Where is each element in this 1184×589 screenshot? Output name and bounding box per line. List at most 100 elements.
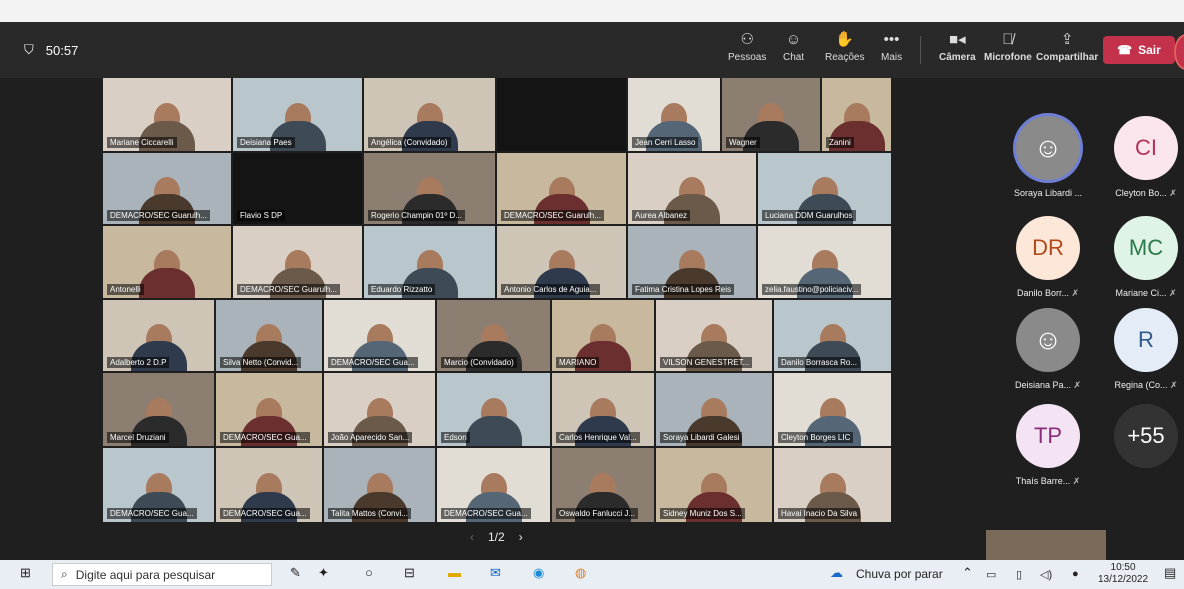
participant-name-label: Mariane Ciccarelli xyxy=(107,137,177,148)
next-page-icon[interactable]: › xyxy=(519,530,523,544)
participant-name-label: DEMACRO/SEC Gua... xyxy=(220,432,310,443)
participant-name-label: Wagner xyxy=(726,137,760,148)
participant-video-tile[interactable]: DEMACRO/SEC Guarulh... xyxy=(497,153,626,224)
taskbar-search[interactable]: ⌕ Digite aqui para pesquisar xyxy=(52,563,272,586)
volume-icon[interactable]: ◁) xyxy=(1040,568,1052,581)
participant-video-tile[interactable]: Eduardo Rizzatto xyxy=(364,226,495,298)
people-button[interactable]: ⚇ Pessoas xyxy=(728,30,766,63)
participant-video-tile[interactable]: DEMACRO/SEC Gua... xyxy=(103,448,214,522)
participant-video-tile[interactable]: Marcio (Convidado) xyxy=(437,300,550,371)
participant-name-label: Flavio S DP xyxy=(237,210,286,221)
participant-video-tile[interactable]: Carlos Henrique Val... xyxy=(552,373,654,446)
participant-name: Soraya Libardi ... xyxy=(1000,188,1096,198)
meeting-timer: ⛉ 50:57 xyxy=(24,42,78,58)
toolbar-divider xyxy=(920,36,921,64)
more-button[interactable]: ••• Mais xyxy=(881,30,902,63)
participant-video-tile[interactable]: DEMACRO/SEC Gua... xyxy=(437,448,550,522)
participant-video-tile[interactable]: DEMACRO/SEC Gua... xyxy=(216,448,322,522)
participant-avatar: CI xyxy=(1114,116,1178,180)
participant-video-tile[interactable]: DEMACRO/SEC Guarulh... xyxy=(103,153,231,224)
participant-name-label: Marcio (Convidado) xyxy=(441,357,517,368)
participant-video-tile[interactable]: Danilo Borrasca Ro... xyxy=(774,300,891,371)
participant-name-label: Eduardo Rizzatto xyxy=(368,284,436,295)
muted-mic-icon: ✗ xyxy=(1166,188,1177,198)
chevron-up-icon[interactable]: ⌃ xyxy=(962,565,973,581)
participant-avatar-card[interactable]: ☺ Deisiana Pa... ✗ xyxy=(1000,308,1096,391)
participant-video-tile[interactable]: Antonelli xyxy=(103,226,231,298)
participant-name: Mariane Ci... ✗ xyxy=(1098,288,1184,299)
user-avatar[interactable] xyxy=(1174,34,1184,70)
reactions-button[interactable]: ✋ Reações xyxy=(825,30,864,63)
taskbar-clock[interactable]: 10:50 13/12/2022 xyxy=(1098,562,1148,586)
edge-browser-icon[interactable]: ◉ xyxy=(533,565,544,581)
self-view-video[interactable] xyxy=(986,530,1106,560)
previous-page-icon[interactable]: ‹ xyxy=(470,530,474,544)
participant-video-tile[interactable]: Jean Cerri Lasso xyxy=(628,78,720,151)
participant-body xyxy=(465,416,522,446)
participant-video-tile[interactable]: Marcel Druziani xyxy=(103,373,214,446)
participant-video-tile[interactable]: Luciana DDM Guarulhos xyxy=(758,153,891,224)
participant-avatar-card[interactable]: MC Mariane Ci... ✗ xyxy=(1098,216,1184,299)
participant-video-tile[interactable]: DEMACRO/SEC Gua... xyxy=(324,300,435,371)
teams-app-icon[interactable]: ✎ xyxy=(290,565,301,581)
participant-video-tile[interactable]: Soraya Libardi Galesi xyxy=(656,373,772,446)
participant-video-tile[interactable]: Zanini xyxy=(822,78,891,151)
camera-button[interactable]: ■◂ Câmera xyxy=(939,30,976,63)
muted-mic-icon: ✗ xyxy=(1166,288,1177,298)
participant-video-tile[interactable]: VILSON GENESTRET... xyxy=(656,300,772,371)
share-icon: ⇪ xyxy=(1060,31,1074,48)
participant-video-tile[interactable]: Rogerio Champin 01º D... xyxy=(364,153,495,224)
participant-video-tile[interactable]: Fatima Cristina Lopes Reis xyxy=(628,226,756,298)
participant-video-tile[interactable]: Oswaldo Fanlucci J... xyxy=(552,448,654,522)
participant-video-tile[interactable] xyxy=(497,78,626,151)
weather-text[interactable]: Chuva por parar xyxy=(856,567,943,581)
mail-icon[interactable]: ✉ xyxy=(490,565,501,581)
participant-avatar-card[interactable]: +55 xyxy=(1098,404,1184,468)
bookmarks-bar xyxy=(0,0,1184,22)
participant-avatar-card[interactable]: ☺ Soraya Libardi ... xyxy=(1000,116,1096,198)
satellite-app-icon[interactable]: ✦ xyxy=(318,565,329,581)
chat-button[interactable]: ☺ Chat xyxy=(783,30,804,63)
participant-video-tile[interactable]: MARIANO xyxy=(552,300,654,371)
windows-start-icon[interactable]: ⊞ xyxy=(20,565,31,581)
participant-video-tile[interactable]: Mariane Ciccarelli xyxy=(103,78,231,151)
participant-video-tile[interactable]: Cleyton Borges LIC xyxy=(774,373,891,446)
participant-video-tile[interactable]: Sidney Muniz Dos S... xyxy=(656,448,772,522)
participant-video-tile[interactable]: zelia.faustino@policiaciv... xyxy=(758,226,891,298)
participant-video-tile[interactable]: Silva Netto (Convid... xyxy=(216,300,322,371)
app-icon[interactable]: ◍ xyxy=(575,565,586,581)
participant-avatar: TP xyxy=(1016,404,1080,468)
participant-video-tile[interactable]: Deisiana Paes xyxy=(233,78,362,151)
participant-video-tile[interactable]: Angélica (Convidado) xyxy=(364,78,495,151)
participant-video-tile[interactable]: Talita Mattos (Convi... xyxy=(324,448,435,522)
participant-name-label: DEMACRO/SEC Gua... xyxy=(220,508,310,519)
participant-video-tile[interactable]: Wagner xyxy=(722,78,820,151)
notifications-icon[interactable]: ▤ xyxy=(1164,565,1176,581)
participant-video-tile[interactable]: Edson xyxy=(437,373,550,446)
file-explorer-icon[interactable]: ▬ xyxy=(448,565,461,580)
participant-video-tile[interactable]: DEMACRO/SEC Guarulh... xyxy=(233,226,362,298)
more-icon: ••• xyxy=(883,31,900,48)
microphone-button[interactable]: 🎙̸ Microfone xyxy=(984,30,1032,63)
participant-avatar-card[interactable]: DR Danilo Borr... ✗ xyxy=(1000,216,1096,299)
task-view-icon[interactable]: ⊟ xyxy=(404,565,415,581)
participant-video-tile[interactable]: Adalberto 2 D.P xyxy=(103,300,214,371)
cortana-icon[interactable]: ○ xyxy=(365,565,373,580)
battery-icon[interactable]: ▯ xyxy=(1016,568,1022,581)
participant-video-tile[interactable]: Antonio Carlos de Aguia... xyxy=(497,226,626,298)
participant-video-tile[interactable]: Aurea Albanez xyxy=(628,153,756,224)
participant-name-label: DEMACRO/SEC Gua... xyxy=(328,357,418,368)
participant-video-tile[interactable]: DEMACRO/SEC Gua... xyxy=(216,373,322,446)
reactions-icon: ✋ xyxy=(835,31,855,48)
participant-avatar-card[interactable]: R Regina (Co... ✗ xyxy=(1098,308,1184,391)
share-button[interactable]: ⇪ Compartilhar xyxy=(1036,30,1098,63)
participant-avatar-card[interactable]: CI Cleyton Bo... ✗ xyxy=(1098,116,1184,199)
network-icon[interactable]: ▭ xyxy=(986,568,996,581)
windows-taskbar: ⊞ ⌕ Digite aqui para pesquisar ✎ ✦ ○ ⊟ ▬… xyxy=(0,560,1184,589)
leave-button[interactable]: ☎ Sair xyxy=(1103,36,1175,64)
participant-avatar-card[interactable]: TP Thaís Barre... ✗ xyxy=(1000,404,1096,487)
participant-video-tile[interactable]: João Aparecido San... xyxy=(324,373,435,446)
participant-video-tile[interactable]: Flavio S DP xyxy=(233,153,362,224)
participant-name-text: Regina (Co... xyxy=(1114,380,1168,390)
participant-video-tile[interactable]: Havai Inacio Da Silva xyxy=(774,448,891,522)
